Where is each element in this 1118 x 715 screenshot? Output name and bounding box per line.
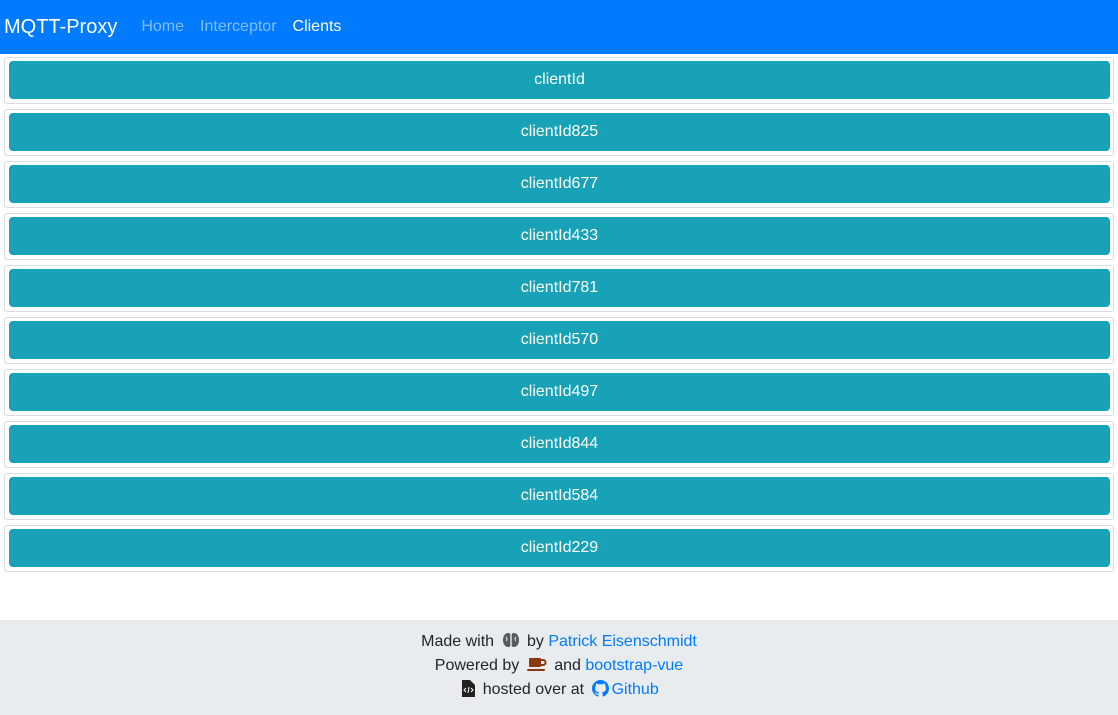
client-card: clientId584 [4,473,1114,520]
client-list: clientId clientId825 clientId677 clientI… [0,54,1118,572]
page-footer: Made with by Patrick Eisenschmidt Powere… [0,620,1118,715]
nav-link-home[interactable]: Home [141,18,184,36]
client-button[interactable]: clientId229 [9,529,1110,567]
github-link[interactable]: Github [589,680,659,698]
nav-link-interceptor[interactable]: Interceptor [200,18,276,36]
footer-hosted: hosted over at Github [0,678,1118,702]
footer-by-text: by [526,633,544,650]
top-navbar: MQTT-Proxy Home Interceptor Clients [0,0,1118,54]
client-card: clientId229 [4,525,1114,572]
footer-made-with-text: Made with [421,633,495,650]
file-code-icon [462,680,476,705]
author-link[interactable]: Patrick Eisenschmidt [548,633,697,650]
client-button[interactable]: clientId570 [9,321,1110,359]
client-card: clientId570 [4,317,1114,364]
client-card: clientId844 [4,421,1114,468]
footer-made-with: Made with by Patrick Eisenschmidt [0,630,1118,654]
footer-hosted-text: hosted over at [482,681,585,698]
client-button[interactable]: clientId781 [9,269,1110,307]
client-card: clientId497 [4,369,1114,416]
client-button[interactable]: clientId [9,61,1110,99]
github-link-label: Github [611,681,659,698]
client-button[interactable]: clientId497 [9,373,1110,411]
client-button[interactable]: clientId584 [9,477,1110,515]
brand-link[interactable]: MQTT-Proxy [4,16,117,39]
client-button[interactable]: clientId844 [9,425,1110,463]
client-card: clientId677 [4,161,1114,208]
client-card: clientId825 [4,109,1114,156]
client-card: clientId433 [4,213,1114,260]
footer-powered-by: Powered by and bootstrap-vue [0,654,1118,678]
client-button[interactable]: clientId433 [9,217,1110,255]
client-button[interactable]: clientId825 [9,113,1110,151]
client-button[interactable]: clientId677 [9,165,1110,203]
github-icon [591,680,609,705]
client-card: clientId [4,57,1114,104]
footer-and-text: and [554,657,581,674]
bootstrap-vue-link[interactable]: bootstrap-vue [585,657,683,674]
client-card: clientId781 [4,265,1114,312]
nav-link-clients[interactable]: Clients [293,18,342,36]
footer-powered-by-text: Powered by [434,657,520,674]
